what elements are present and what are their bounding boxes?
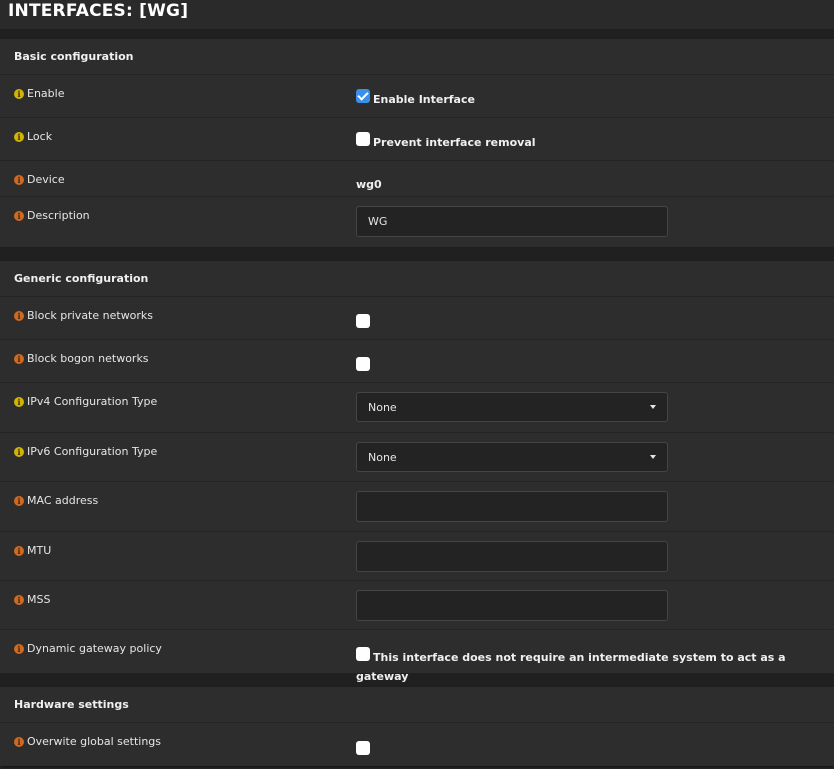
mss-label: i MSS (14, 593, 50, 606)
row-description: i Description (0, 197, 834, 247)
row-lock: i Lock Prevent interface removal (0, 118, 834, 161)
lock-label: i Lock (14, 130, 52, 143)
ipv6-type-selected: None (368, 450, 397, 464)
mac-label: i MAC address (14, 494, 98, 507)
dynamic-gateway-checkbox[interactable] (356, 646, 370, 661)
info-icon[interactable]: i (14, 495, 24, 506)
info-icon[interactable]: i (14, 736, 24, 747)
overwrite-global-control (356, 737, 370, 756)
dynamic-gateway-checkbox-label: This interface does not require an inter… (356, 651, 786, 683)
device-control: wg0 (356, 173, 382, 192)
ipv4-type-label: i IPv4 Configuration Type (14, 395, 157, 408)
info-icon[interactable]: i (14, 131, 24, 142)
description-input[interactable] (356, 206, 668, 237)
ipv6-type-control: None (356, 442, 668, 472)
ipv6-type-select[interactable]: None (356, 442, 668, 472)
row-enable: i Enable Enable Interface (0, 75, 834, 118)
mtu-input[interactable] (356, 541, 668, 572)
section-spacer (0, 30, 834, 39)
info-icon[interactable]: i (14, 353, 24, 364)
prevent-removal-checkbox[interactable] (356, 131, 370, 146)
ipv4-type-control: None (356, 392, 668, 422)
block-private-label: i Block private networks (14, 309, 153, 322)
row-overwrite-global: i Overwite global settings (0, 723, 834, 766)
row-device: i Device wg0 (0, 161, 834, 197)
block-bogon-checkbox[interactable] (356, 356, 370, 371)
section-spacer (0, 247, 834, 261)
info-icon[interactable]: i (14, 594, 24, 605)
caret-down-icon (650, 405, 656, 409)
overwrite-global-label: i Overwite global settings (14, 735, 161, 748)
enable-interface-checkbox[interactable] (356, 88, 370, 103)
row-ipv6-type: i IPv6 Configuration Type None (0, 433, 834, 482)
info-icon[interactable]: i (14, 545, 24, 556)
lock-control: Prevent interface removal (356, 128, 536, 149)
row-mac: i MAC address (0, 482, 834, 532)
mss-control (356, 590, 668, 621)
enable-label: i Enable (14, 87, 64, 100)
description-label: i Description (14, 209, 90, 222)
mtu-label: i MTU (14, 544, 51, 557)
mac-address-input[interactable] (356, 491, 668, 522)
basic-configuration-panel: Basic configuration i Enable Enable Inte… (0, 39, 834, 247)
info-icon[interactable]: i (14, 174, 24, 185)
dynamic-gateway-label: i Dynamic gateway policy (14, 642, 162, 655)
ipv4-type-select[interactable]: None (356, 392, 668, 422)
row-dynamic-gateway: i Dynamic gateway policy This interface … (0, 630, 834, 683)
mss-input[interactable] (356, 590, 668, 621)
description-control (356, 206, 668, 237)
info-icon[interactable]: i (14, 396, 24, 407)
page-title: INTERFACES: [WG] (8, 0, 189, 21)
info-icon[interactable]: i (14, 446, 24, 457)
info-icon[interactable]: i (14, 643, 24, 654)
generic-configuration-panel: Generic configuration i Block private ne… (0, 261, 834, 683)
info-icon[interactable]: i (14, 88, 24, 99)
info-icon[interactable]: i (14, 210, 24, 221)
ipv6-type-label: i IPv6 Configuration Type (14, 445, 157, 458)
block-bogon-control (356, 353, 370, 372)
mac-control (356, 491, 668, 522)
row-ipv4-type: i IPv4 Configuration Type None (0, 383, 834, 433)
page-header: INTERFACES: [WG] (0, 0, 834, 30)
row-mss: i MSS (0, 581, 834, 630)
row-block-bogon: i Block bogon networks (0, 340, 834, 383)
block-private-checkbox[interactable] (356, 313, 370, 328)
info-icon[interactable]: i (14, 310, 24, 321)
row-block-private: i Block private networks (0, 297, 834, 340)
generic-configuration-header: Generic configuration (0, 261, 834, 297)
device-value: wg0 (356, 178, 382, 191)
prevent-removal-label: Prevent interface removal (373, 136, 536, 149)
basic-configuration-header: Basic configuration (0, 39, 834, 75)
enable-control: Enable Interface (356, 85, 475, 106)
hardware-settings-panel: Hardware settings i Overwite global sett… (0, 687, 834, 766)
ipv4-type-selected: None (368, 400, 397, 414)
overwrite-global-checkbox[interactable] (356, 740, 370, 755)
caret-down-icon (650, 455, 656, 459)
hardware-settings-header: Hardware settings (0, 687, 834, 723)
row-mtu: i MTU (0, 532, 834, 581)
dynamic-gateway-control: This interface does not require an inter… (356, 643, 834, 683)
block-bogon-label: i Block bogon networks (14, 352, 149, 365)
block-private-control (356, 310, 370, 329)
mtu-control (356, 541, 668, 572)
enable-interface-label: Enable Interface (373, 93, 475, 106)
device-label: i Device (14, 173, 65, 186)
